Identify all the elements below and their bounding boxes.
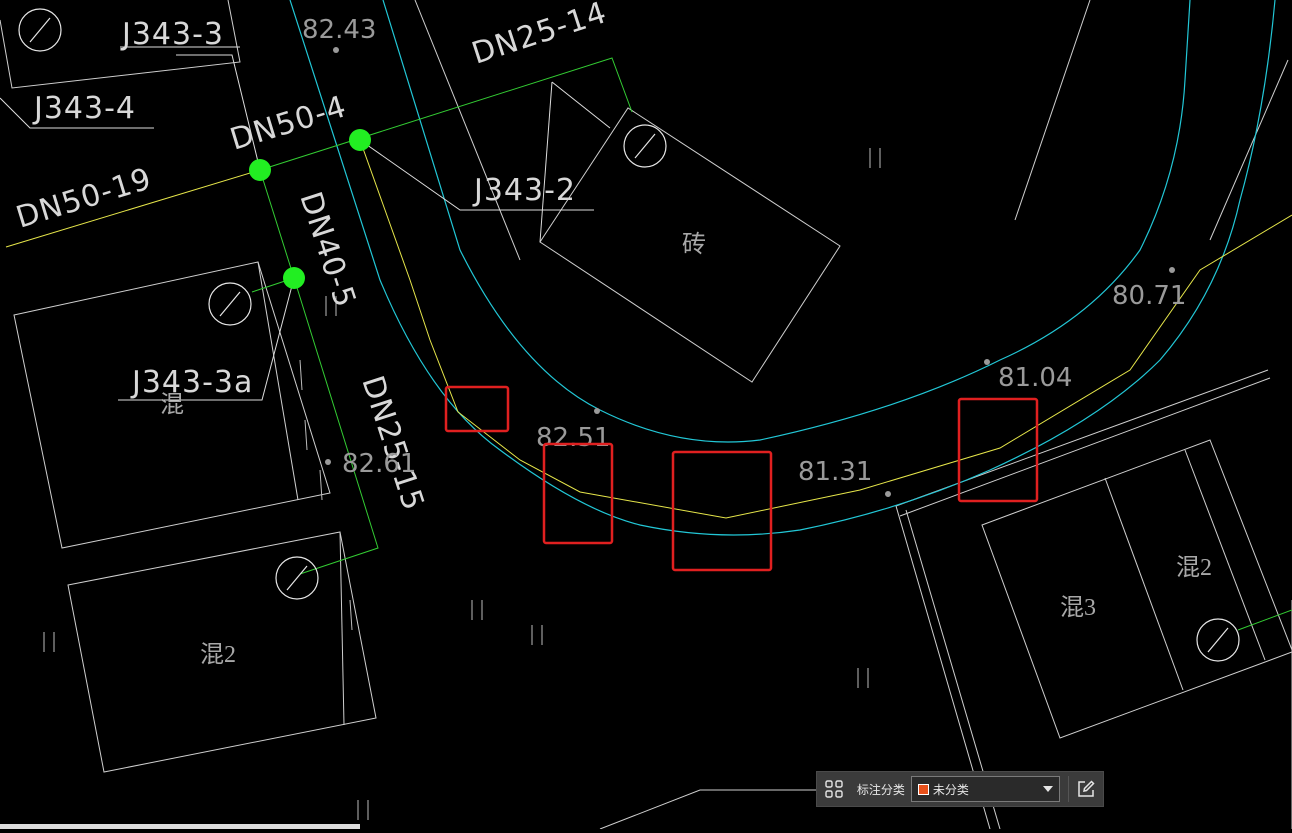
category-label: 标注分类: [856, 782, 905, 797]
elevation-label: 82.51: [536, 423, 610, 453]
label-dn50-19: DN50-19: [12, 161, 156, 235]
grid-icon[interactable]: [817, 772, 851, 806]
category-select[interactable]: 未分类: [910, 776, 1061, 802]
markup-rectangle[interactable]: [957, 397, 1039, 503]
category-select-value: 未分类: [932, 782, 969, 797]
elevation-label: 81.04: [998, 363, 1072, 393]
yellow-pipes: [5, 139, 1292, 519]
elevation-label: 80.71: [1112, 281, 1186, 311]
valve-symbols: [18, 8, 1240, 662]
edit-icon[interactable]: [1069, 772, 1103, 806]
cad-drawing-canvas[interactable]: J343-3 J343-4 DN50-4 DN25-14 J343-2 DN50…: [0, 0, 1292, 830]
elevation-label: 82.61: [342, 449, 416, 479]
grass-marks: [43, 148, 881, 820]
pipe-node: [349, 129, 371, 151]
chevron-down-icon: [1043, 786, 1054, 792]
elevation-label: 82.43: [302, 15, 376, 45]
label-dn40-5: DN40-5: [292, 188, 362, 313]
pipe-node: [249, 159, 271, 181]
material-label: 砖: [682, 231, 706, 258]
pipe-node: [283, 267, 305, 289]
category-color-swatch: [917, 783, 929, 795]
survey-points: [325, 47, 1175, 497]
material-label: 混3: [1060, 594, 1096, 621]
bottom-status-strip: [0, 824, 360, 829]
elevation-label: 81.31: [798, 457, 872, 487]
road-curves: [289, 0, 1276, 536]
label-j343-3: J343-3: [120, 17, 224, 52]
markup-rectangle[interactable]: [542, 442, 614, 545]
label-j343-3a: J343-3a: [130, 365, 253, 400]
label-dn25-14: DN25-14: [468, 0, 612, 72]
label-j343-2: J343-2: [472, 173, 576, 208]
label-j343-4: J343-4: [32, 91, 136, 126]
annotation-toolbar: 标注分类 未分类: [816, 771, 1104, 807]
material-label: 混: [160, 391, 184, 418]
material-label: 混2: [1176, 554, 1212, 581]
label-dn25-15: DN25-15: [354, 372, 430, 516]
building-outlines: [0, 0, 1292, 830]
material-label: 混2: [200, 641, 236, 668]
